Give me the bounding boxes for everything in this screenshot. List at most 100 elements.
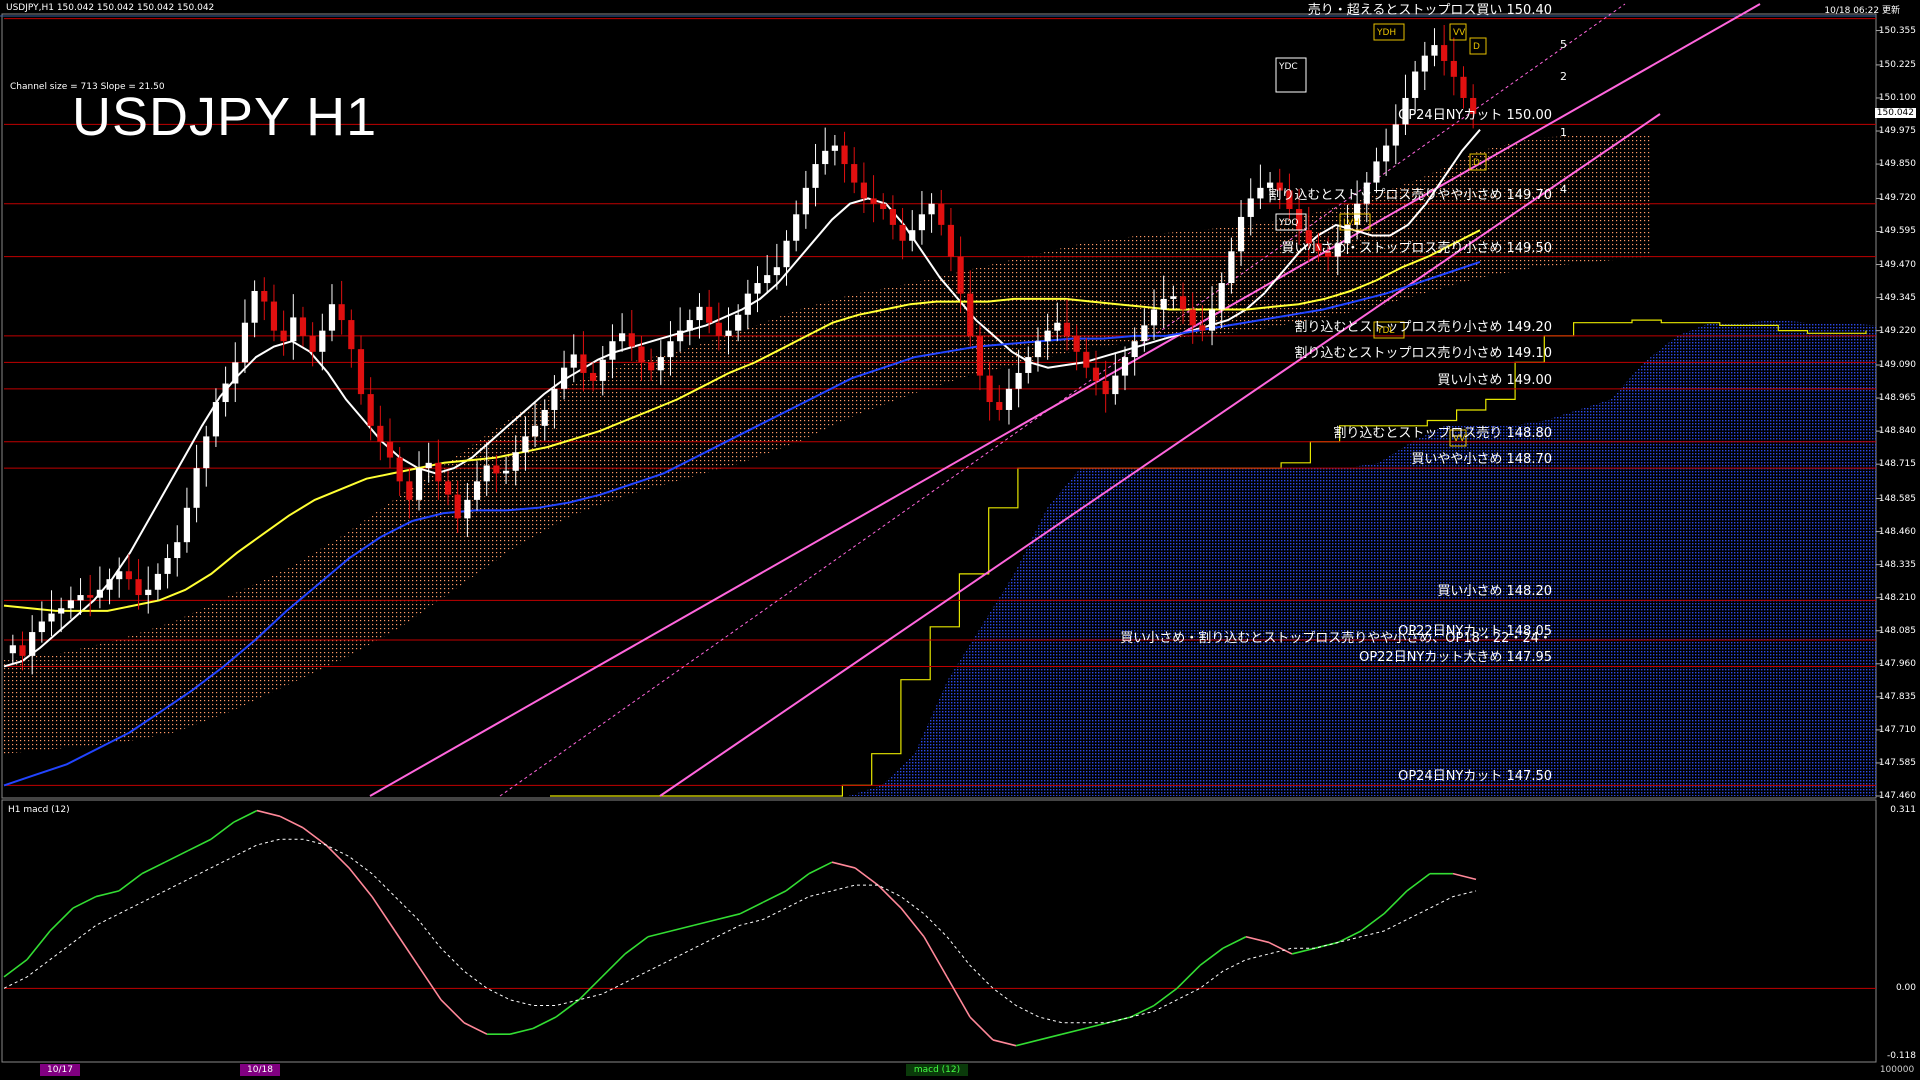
candle-body bbox=[270, 301, 278, 331]
candle-body bbox=[802, 187, 809, 215]
macd-segment bbox=[348, 867, 373, 898]
candle-body bbox=[319, 330, 326, 352]
y-tick-label: 147.710 bbox=[1878, 724, 1916, 735]
macd-segment bbox=[532, 1016, 557, 1030]
y-tick-label: 148.585 bbox=[1878, 493, 1916, 504]
macd-segment bbox=[1291, 947, 1316, 955]
candle-body bbox=[116, 571, 123, 580]
tab-macd[interactable]: macd (12) bbox=[906, 1064, 968, 1076]
marker-box-label: YDL bbox=[1377, 326, 1395, 336]
candle-body bbox=[599, 359, 606, 381]
candle-body bbox=[1199, 325, 1206, 331]
candle-body bbox=[328, 304, 336, 331]
candle-body bbox=[1160, 298, 1167, 310]
candle-body bbox=[870, 198, 877, 204]
candle-body bbox=[145, 589, 152, 596]
candle-body bbox=[203, 436, 210, 469]
candle-body bbox=[677, 330, 684, 342]
y-tick-label: 147.960 bbox=[1878, 658, 1916, 669]
candle-body bbox=[261, 290, 268, 302]
candle-body bbox=[638, 346, 645, 363]
candle-body bbox=[1421, 55, 1428, 72]
macd-segment bbox=[992, 1039, 1017, 1047]
macd-y-tick-label: 0.00 bbox=[1895, 983, 1916, 994]
candle-body bbox=[1063, 322, 1071, 336]
macd-segment bbox=[808, 861, 833, 875]
candle-body bbox=[609, 341, 616, 360]
candle-body bbox=[560, 367, 568, 389]
candle-body bbox=[744, 293, 751, 315]
y-tick-label: 148.210 bbox=[1878, 592, 1916, 603]
candle-body bbox=[947, 224, 955, 257]
candle-body bbox=[483, 465, 490, 482]
macd-segment bbox=[325, 844, 350, 869]
candle-body bbox=[251, 290, 258, 323]
candle-body bbox=[1102, 380, 1109, 395]
candle-body bbox=[135, 579, 142, 596]
macd-title: H1 macd (12) bbox=[8, 805, 70, 815]
macd-segment bbox=[233, 809, 258, 823]
tab-date-1018[interactable]: 10/18 bbox=[240, 1064, 280, 1076]
y-tick-label: 148.715 bbox=[1878, 459, 1916, 470]
candle-body bbox=[96, 589, 103, 598]
candle-body bbox=[696, 306, 703, 321]
level-label: 割り込むとストップロス売り小さめ 149.20 bbox=[1294, 319, 1552, 335]
candle-body bbox=[212, 402, 220, 437]
y-tick-label: 150.355 bbox=[1878, 25, 1916, 36]
y-tick-label: 148.840 bbox=[1878, 426, 1916, 437]
macd-segment bbox=[417, 964, 442, 1001]
candle-body bbox=[831, 145, 838, 151]
candle-body bbox=[706, 306, 713, 323]
y-tick-label: 147.585 bbox=[1878, 757, 1916, 768]
marker-box-label: D bbox=[1473, 158, 1480, 168]
macd-segment bbox=[72, 895, 97, 909]
candle-body bbox=[1121, 357, 1129, 376]
candle-body bbox=[338, 304, 345, 321]
macd-segment bbox=[187, 838, 212, 852]
candle-body bbox=[87, 595, 94, 598]
candle-body bbox=[1189, 309, 1196, 326]
y-tick-label: 150.225 bbox=[1878, 59, 1916, 70]
candle-body bbox=[648, 362, 655, 371]
macd-segment bbox=[1015, 1039, 1040, 1047]
candle-body bbox=[164, 558, 171, 574]
candle-body bbox=[773, 267, 780, 276]
candle-body bbox=[522, 436, 529, 453]
candle-body bbox=[38, 621, 45, 633]
candle-body bbox=[232, 362, 239, 384]
macd-segment bbox=[509, 1027, 534, 1035]
macd-segment bbox=[1383, 890, 1408, 915]
macd-segment bbox=[3, 959, 28, 978]
candle-body bbox=[1441, 45, 1448, 61]
y-tick-label: 148.085 bbox=[1878, 625, 1916, 636]
candle-body bbox=[889, 209, 896, 225]
macd-segment bbox=[1130, 1004, 1155, 1018]
tab-date-1017[interactable]: 10/17 bbox=[40, 1064, 80, 1076]
candle-body bbox=[512, 452, 519, 471]
y-tick-label: 148.335 bbox=[1878, 559, 1916, 570]
current-price-tag: 150.042 bbox=[1874, 108, 1916, 119]
candle-body bbox=[1228, 251, 1235, 284]
candle-body bbox=[957, 256, 964, 294]
candle-body bbox=[812, 164, 819, 188]
marker-box-label: YDH bbox=[1377, 28, 1397, 38]
candle-body bbox=[1034, 341, 1042, 358]
macd-segment bbox=[1061, 1027, 1086, 1035]
candle-body bbox=[280, 330, 287, 342]
macd-segment bbox=[762, 890, 787, 904]
candle-body bbox=[9, 645, 16, 654]
macd-segment bbox=[256, 809, 281, 818]
macd-y-tick-label: -0.118 bbox=[1886, 1051, 1916, 1061]
chart-canvas bbox=[0, 3, 1881, 1063]
candle-body bbox=[309, 335, 316, 352]
candle-body bbox=[715, 322, 722, 336]
y-tick-label: 149.850 bbox=[1878, 159, 1916, 170]
level-label: OP24日NYカット 150.00 bbox=[1398, 108, 1552, 124]
candle-body bbox=[793, 214, 800, 241]
candle-body bbox=[464, 499, 471, 519]
candle-body bbox=[415, 468, 423, 500]
macd-segment bbox=[716, 913, 741, 921]
candle-body bbox=[1431, 45, 1438, 56]
macd-segment bbox=[394, 930, 419, 966]
y-tick-label: 149.090 bbox=[1878, 360, 1916, 371]
